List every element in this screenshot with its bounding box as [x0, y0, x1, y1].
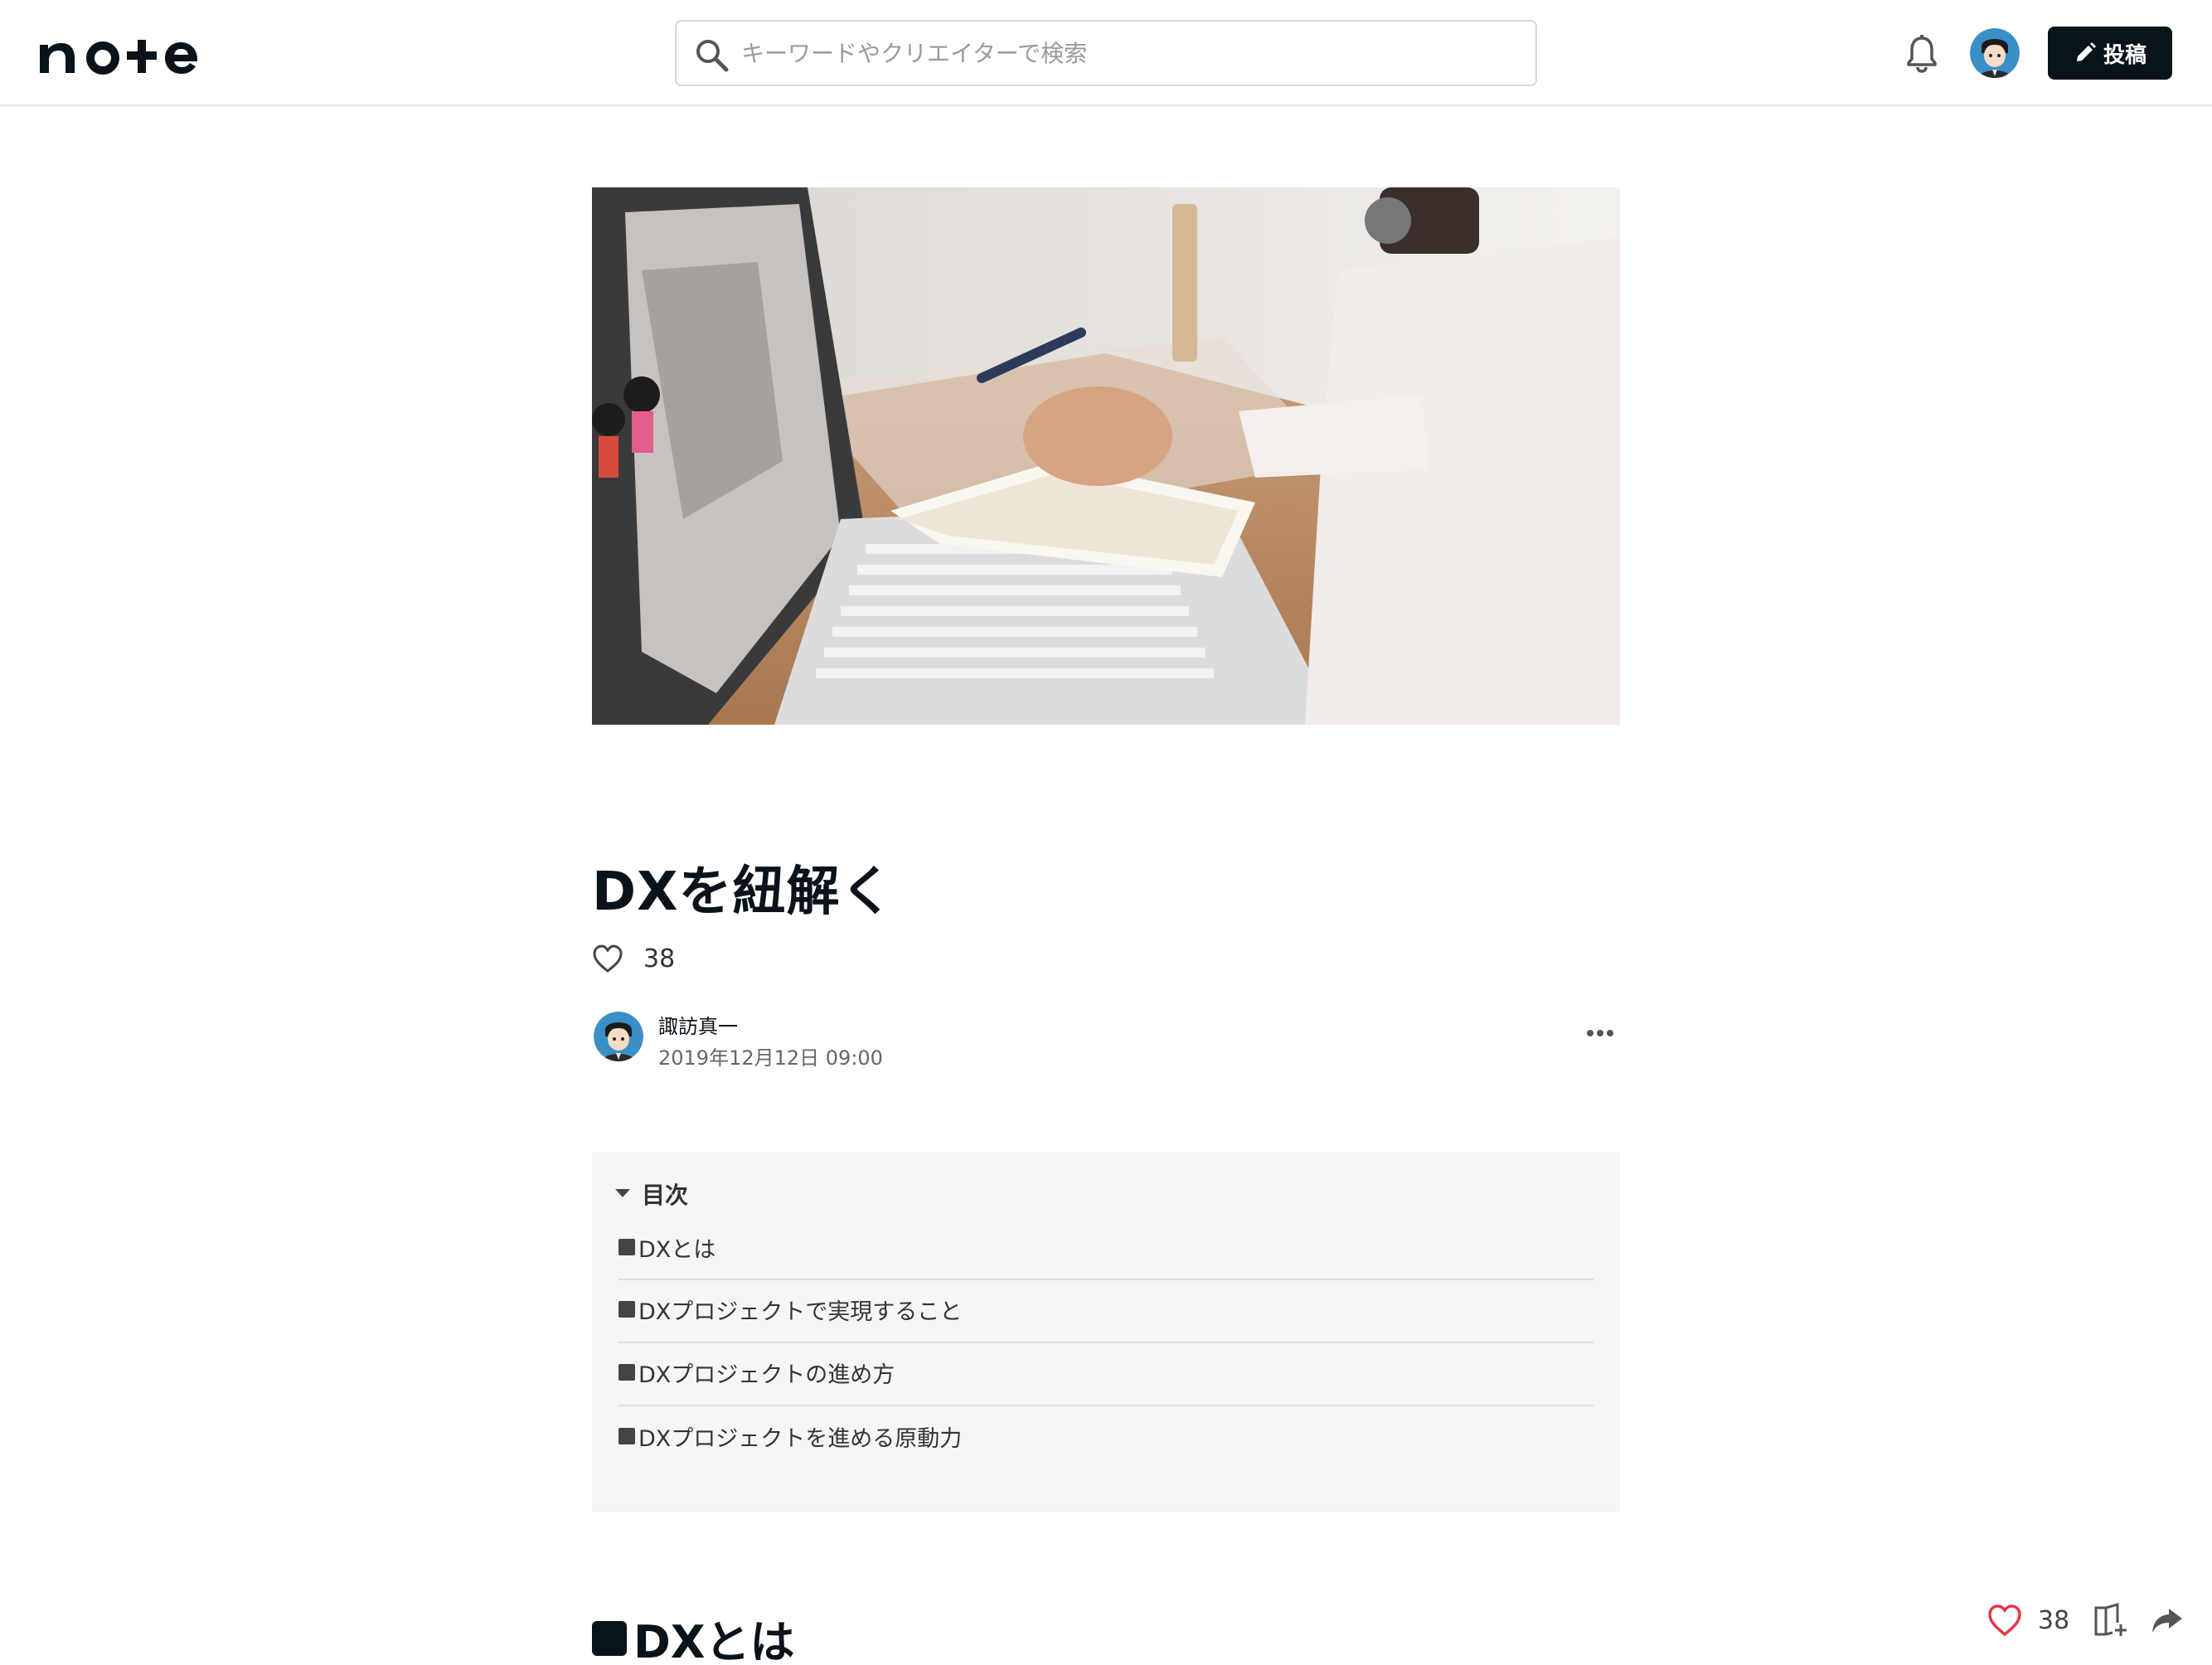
author-avatar[interactable] — [594, 1012, 643, 1061]
table-of-contents: 目次 DXとは DXプロジェクトで実現すること DXプロジェクトの進め方 DXプ… — [592, 1153, 1620, 1512]
search-box[interactable] — [675, 20, 1537, 86]
user-avatar[interactable] — [1970, 28, 2020, 78]
square-bullet-icon — [618, 1428, 635, 1444]
more-options-icon[interactable] — [1584, 1025, 1617, 1041]
toc-list: DXとは DXプロジェクトで実現すること DXプロジェクトの進め方 DXプロジェ… — [618, 1237, 1594, 1469]
article-hero-image — [592, 187, 1620, 725]
article-title: DXを紐解く — [592, 862, 895, 923]
toc-item[interactable]: DXとは — [618, 1219, 1594, 1280]
square-bullet-icon — [618, 1301, 635, 1318]
toc-item-label: DXプロジェクトを進める原動力 — [638, 1425, 963, 1452]
author-name[interactable]: 諏訪真一 — [658, 1010, 738, 1039]
caret-down-icon — [615, 1189, 630, 1197]
square-bullet-icon — [592, 1620, 627, 1656]
toc-heading: 目次 — [642, 1182, 689, 1209]
article-likes[interactable]: 38 — [592, 940, 675, 977]
toc-item[interactable]: DXプロジェクトの進め方 — [618, 1343, 1594, 1406]
note-logo[interactable]: note — [38, 32, 204, 75]
square-bullet-icon — [618, 1364, 635, 1381]
square-bullet-icon — [618, 1239, 635, 1255]
pencil-icon — [2076, 42, 2096, 61]
author-info: 諏訪真一 2019年12月12日 09:00 — [592, 1008, 1620, 1070]
toc-item-label: DXプロジェクトで実現すること — [638, 1299, 963, 1325]
section-heading-text: DXとは — [633, 1616, 795, 1665]
search-input[interactable] — [741, 33, 1521, 73]
heart-icon[interactable] — [592, 944, 623, 973]
toc-item-label: DXプロジェクトの進め方 — [638, 1362, 895, 1388]
post-button[interactable]: 投稿 — [2048, 27, 2172, 80]
publish-date: 2019年12月12日 09:00 — [658, 1046, 883, 1070]
notification-bell-icon[interactable] — [1904, 33, 1940, 73]
toc-item-label: DXとは — [638, 1236, 716, 1263]
like-count: 38 — [643, 944, 676, 973]
like-heart-icon[interactable] — [1986, 1603, 2023, 1638]
toc-toggle[interactable]: 目次 — [615, 1177, 688, 1211]
floating-like-count: 38 — [2038, 1605, 2070, 1635]
post-button-label: 投稿 — [2103, 42, 2147, 68]
floating-action-bar: 38 — [1986, 1599, 2184, 1642]
top-header: note — [0, 0, 2212, 106]
toc-item[interactable]: DXプロジェクトを進める原動力 — [618, 1406, 1594, 1469]
toc-item[interactable]: DXプロジェクトで実現すること — [618, 1280, 1594, 1343]
add-to-magazine-icon[interactable] — [2093, 1603, 2129, 1638]
section-heading: DXとは — [592, 1605, 794, 1665]
share-arrow-icon[interactable] — [2151, 1605, 2184, 1635]
search-icon — [696, 40, 729, 72]
